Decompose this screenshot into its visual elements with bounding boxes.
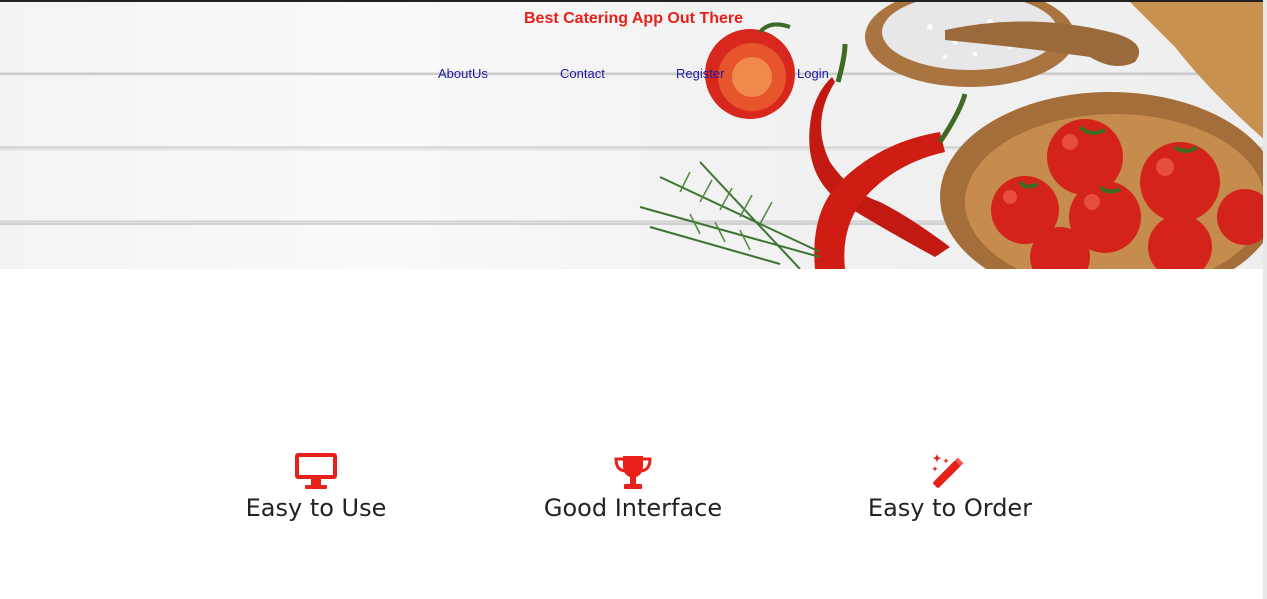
feature-label: Easy to Use [245, 494, 387, 522]
scrollbar[interactable] [1263, 0, 1267, 599]
feature-easy-to-use: Easy to Use [166, 450, 466, 522]
feature-label: Easy to Order [867, 494, 1033, 522]
magic-wand-icon [800, 450, 1100, 490]
nav-link-register[interactable]: Register [676, 66, 724, 81]
hero-banner: Best Catering App Out There AboutUs Cont… [0, 2, 1267, 269]
nav-link-aboutus[interactable]: AboutUs [438, 66, 488, 81]
monitor-icon [166, 450, 466, 490]
feature-label: Good Interface [543, 494, 723, 522]
feature-easy-to-order: Easy to Order [800, 450, 1100, 522]
nav-link-login[interactable]: Login [797, 66, 829, 81]
hero-food-image [0, 2, 1267, 269]
nav-link-contact[interactable]: Contact [560, 66, 605, 81]
feature-good-interface: Good Interface [483, 450, 783, 522]
trophy-icon [483, 450, 783, 490]
brand-title: Best Catering App Out There [524, 10, 743, 27]
